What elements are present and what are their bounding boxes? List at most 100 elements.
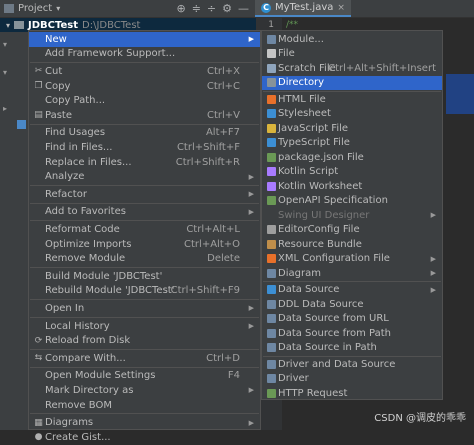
menu-item-find-usages[interactable]: Find Usages Alt+F7 [29, 126, 260, 141]
menu-item-replace-in-files[interactable]: Replace in Files... Ctrl+Shift+R [29, 155, 260, 170]
menu-item-data-source[interactable]: Data Source ▶ [262, 283, 442, 298]
menu-item-label: Copy [45, 80, 71, 92]
menu-item-diagram[interactable]: Diagram ▶ [262, 266, 442, 281]
menu-item-editorconfig-file[interactable]: EditorConfig File [262, 223, 442, 238]
menu-item-reformat-code[interactable]: Reformat Code Ctrl+Alt+L [29, 222, 260, 237]
menu-item-kotlin-worksheet[interactable]: Kotlin Worksheet [262, 179, 442, 194]
driver-icon [266, 373, 277, 384]
menu-item-remove-bom[interactable]: Remove BOM [29, 398, 260, 413]
menu-item-optimize-imports[interactable]: Optimize Imports Ctrl+Alt+O [29, 237, 260, 252]
menu-item-label: Analyze [45, 171, 85, 183]
menu-item-copy[interactable]: ❐ Copy Ctrl+C [29, 79, 260, 94]
menu-item-html-file[interactable]: HTML File [262, 92, 442, 107]
ts-icon [266, 137, 277, 148]
menu-item-typescript-file[interactable]: TypeScript File [262, 136, 442, 151]
menu-item-label: Open Module Settings [45, 370, 156, 382]
menu-separator [30, 349, 259, 350]
menu-item-add-framework-support[interactable]: Add Framework Support... [29, 47, 260, 62]
menu-item-remove-module[interactable]: Remove Module Delete [29, 251, 260, 266]
menu-item-package-json-file[interactable]: package.json File [262, 150, 442, 165]
gear-icon[interactable]: ⚙ [222, 2, 232, 15]
menu-item-create-gist[interactable]: ● Create Gist... [29, 430, 260, 445]
menu-item-openapi-specification[interactable]: OpenAPI Specification [262, 194, 442, 209]
menu-item-shortcut: Ctrl+D [206, 352, 240, 364]
menu-item-label: Find Usages [45, 127, 106, 139]
menu-item-stylesheet[interactable]: Stylesheet [262, 107, 442, 122]
top-toolbar: Project ▾ ⊕ ≑ ÷ ⚙ — C MyTest.java × [0, 0, 474, 18]
chevron-down-icon[interactable]: ▾ [3, 40, 7, 49]
menu-item-label: Diagrams [45, 417, 94, 429]
chevron-right-icon: ▶ [248, 304, 254, 313]
chevron-right-icon: ▶ [248, 322, 254, 331]
kotlin-icon [266, 166, 277, 177]
chevron-right-icon[interactable]: ▸ [3, 104, 7, 113]
menu-item-shortcut: Alt+F7 [205, 127, 240, 139]
menu-item-resource-bundle[interactable]: Resource Bundle [262, 237, 442, 252]
chevron-right-icon: ▶ [248, 35, 254, 44]
chevron-right-icon: ▶ [430, 269, 436, 278]
menu-item-cut[interactable]: ✂ Cut Ctrl+X [29, 64, 260, 79]
chevron-right-icon: ▶ [248, 207, 254, 216]
menu-item-javascript-file[interactable]: JavaScript File [262, 121, 442, 136]
menu-item-ddl-data-source[interactable]: DDL Data Source [262, 297, 442, 312]
menu-item-module[interactable]: Module... [262, 32, 442, 47]
menu-item-add-to-favorites[interactable]: Add to Favorites ▶ [29, 205, 260, 220]
resource-bundle-icon [266, 239, 277, 250]
menu-item-label: Module... [278, 33, 324, 45]
menu-item-shortcut: Delete [207, 253, 240, 265]
menu-item-copy-path[interactable]: Copy Path... [29, 93, 260, 108]
watermark: CSDN @调皮的乖乖 [374, 413, 466, 424]
menu-item-data-source-from-url[interactable]: Data Source from URL [262, 312, 442, 327]
menu-item-label: HTML File [278, 93, 326, 105]
menu-item-shortcut: Ctrl+Alt+O [184, 238, 240, 250]
menu-item-open-in[interactable]: Open In ▶ [29, 301, 260, 316]
menu-item-driver-and-data-source[interactable]: Driver and Data Source [262, 357, 442, 372]
menu-item-new[interactable]: New ▶ [29, 32, 260, 47]
menu-separator [30, 267, 259, 268]
menu-item-mark-directory-as[interactable]: Mark Directory as ▶ [29, 383, 260, 398]
tab-mytest-java[interactable]: C MyTest.java × [255, 0, 351, 17]
menu-item-diagrams[interactable]: ▦ Diagrams ▶ [29, 415, 260, 430]
target-icon[interactable]: ⊕ [176, 2, 185, 15]
chevron-down-icon[interactable]: ▾ [56, 4, 60, 13]
menu-item-data-source-in-path[interactable]: Data Source in Path [262, 341, 442, 356]
menu-item-label: Find in Files... [45, 141, 113, 153]
menu-item-kotlin-script[interactable]: Kotlin Script [262, 165, 442, 180]
menu-item-paste[interactable]: ▤ Paste Ctrl+V [29, 108, 260, 123]
collapse-icon[interactable]: ≑ [192, 2, 201, 15]
xml-icon [266, 253, 277, 264]
menu-item-rebuild-module-jdbctest[interactable]: Rebuild Module 'JDBCTest' Ctrl+Shift+F9 [29, 284, 260, 299]
menu-item-data-source-from-path[interactable]: Data Source from Path [262, 326, 442, 341]
menu-item-xml-configuration-file[interactable]: XML Configuration File ▶ [262, 252, 442, 267]
menu-item-file[interactable]: File [262, 47, 442, 62]
menu-item-label: Optimize Imports [45, 238, 132, 250]
minimize-icon[interactable]: — [238, 2, 249, 15]
menu-item-refactor[interactable]: Refactor ▶ [29, 187, 260, 202]
expand-icon[interactable]: ÷ [207, 2, 216, 15]
chevron-down-icon[interactable]: ▾ [6, 21, 10, 30]
menu-separator [30, 185, 259, 186]
menu-item-scratch-file[interactable]: Scratch File Ctrl+Alt+Shift+Insert [262, 61, 442, 76]
project-tool-window-header[interactable]: Project ▾ ⊕ ≑ ÷ ⚙ — [0, 0, 255, 17]
close-icon[interactable]: × [337, 3, 345, 13]
menu-item-label: Rebuild Module 'JDBCTest' [45, 285, 175, 297]
menu-item-http-request[interactable]: HTTP Request [262, 386, 442, 401]
menu-item-shortcut: Ctrl+Alt+L [186, 223, 240, 235]
menu-item-label: Paste [45, 109, 72, 121]
menu-item-shortcut: Ctrl+X [206, 65, 240, 77]
menu-item-compare-with[interactable]: ⇆ Compare With... Ctrl+D [29, 351, 260, 366]
menu-item-reload-from-disk[interactable]: ⟳ Reload from Disk [29, 333, 260, 348]
menu-item-open-module-settings[interactable]: Open Module Settings F4 [29, 369, 260, 384]
menu-item-find-in-files[interactable]: Find in Files... Ctrl+Shift+F [29, 140, 260, 155]
menu-item-analyze[interactable]: Analyze ▶ [29, 169, 260, 184]
chevron-down-icon[interactable]: ▾ [3, 68, 7, 77]
menu-item-label: package.json File [278, 151, 364, 163]
menu-item-driver[interactable]: Driver [262, 372, 442, 387]
menu-item-label: Compare With... [45, 352, 126, 364]
scissors-icon: ✂ [34, 66, 43, 77]
js-icon [266, 123, 277, 134]
menu-item-build-module-jdbctest[interactable]: Build Module 'JDBCTest' [29, 269, 260, 284]
menu-item-directory[interactable]: Directory [262, 75, 442, 90]
context-menu: New ▶ Add Framework Support... ✂ Cut Ctrl+X ❐ C… [28, 30, 261, 443]
menu-item-local-history[interactable]: Local History ▶ [29, 319, 260, 334]
